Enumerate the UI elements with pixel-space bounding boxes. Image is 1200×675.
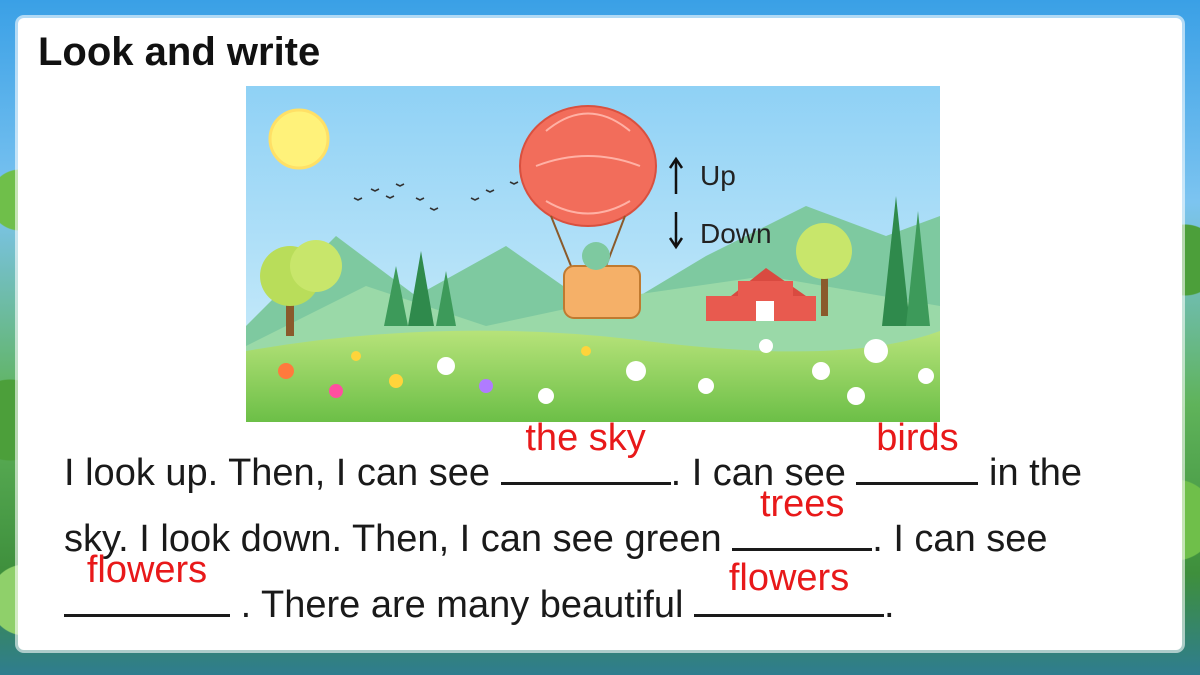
answer-text: trees (759, 483, 845, 525)
answer-text: flowers (728, 557, 850, 599)
page-title: Look and write (38, 30, 321, 74)
answer-blank-1[interactable]: the sky (500, 417, 671, 485)
sentence-part: I look up. Then, I can see (64, 452, 491, 494)
answer-text: flowers (86, 549, 208, 591)
scene-illustration: Up Down (246, 86, 940, 422)
answer-blank-5[interactable]: flowers (694, 557, 885, 617)
sentence-part: . There are many beautiful (240, 584, 684, 626)
sun-icon (268, 108, 330, 170)
hot-air-balloon-scene (246, 86, 940, 422)
answer-blank-4[interactable]: flowers (64, 549, 230, 617)
answer-blank-3[interactable]: trees (732, 483, 873, 551)
down-label: Down (700, 218, 772, 249)
answer-text: birds (876, 417, 959, 459)
answer-blank-2[interactable]: birds (856, 417, 979, 485)
up-label: Up (700, 160, 736, 191)
exercise-text: I look up. Then, I can see the sky . I ca… (64, 417, 1154, 636)
answer-text: the sky (525, 417, 646, 459)
sentence-part: . (884, 584, 895, 626)
sentence-part: . I can see (872, 518, 1048, 560)
